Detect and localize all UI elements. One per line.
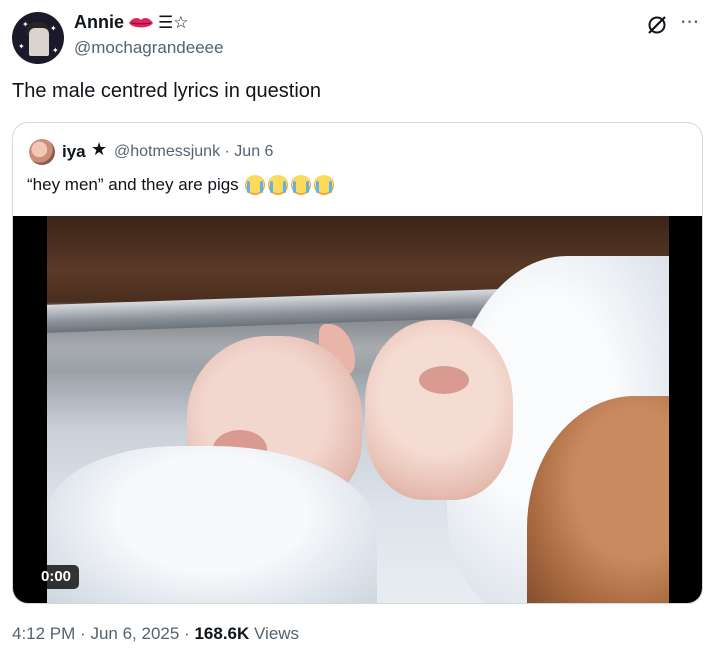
video-frame <box>47 216 669 603</box>
tweet-text: The male centred lyrics in question <box>12 80 322 102</box>
author-handle[interactable]: @mochagrandeeee <box>74 38 224 58</box>
quoted-text: “hey men” and they are pigs <box>27 175 334 195</box>
lips-icon <box>129 17 154 27</box>
tweet-time[interactable]: 4:12 PM <box>12 624 75 643</box>
author-display-name[interactable]: Annie <box>74 12 124 33</box>
more-options-icon[interactable]: ··· <box>680 10 699 34</box>
tweet-date[interactable]: Jun 6, 2025 <box>90 624 179 643</box>
video-time-badge: 0:00 <box>33 565 80 589</box>
tweet-meta: 4:12 PM · Jun 6, 2025 · 168.6K Views <box>12 624 299 644</box>
author-avatar[interactable]: ✦ ✦ ✦ ✦ <box>12 12 64 64</box>
views-label: Views <box>254 624 300 643</box>
quoted-avatar[interactable] <box>29 139 55 165</box>
video-player[interactable]: 0:00 <box>13 216 702 603</box>
loudly-crying-face-icon <box>244 175 265 195</box>
loudly-crying-face-icon <box>313 175 334 195</box>
views-count[interactable]: 168.6K <box>194 624 249 643</box>
quoted-handle[interactable]: @hotmessjunk <box>114 143 220 160</box>
separator: · <box>80 624 86 643</box>
quoted-date[interactable]: Jun 6 <box>234 143 273 160</box>
grok-icon[interactable] <box>646 14 668 36</box>
star-icon: ★ <box>91 139 108 160</box>
quoted-meta: @hotmessjunk · Jun 6 <box>114 143 273 161</box>
separator: · <box>224 143 230 160</box>
author-name[interactable]: Annie ☰☆ <box>74 12 189 33</box>
quoted-display-name[interactable]: iya <box>62 142 86 162</box>
loudly-crying-face-icon <box>267 175 288 195</box>
quoted-tweet[interactable]: iya ★ @hotmessjunk · Jun 6 “hey men” and… <box>12 122 703 604</box>
hamburger-menu-icon star-outline-icon: ☰☆ <box>158 12 189 33</box>
separator: · <box>184 624 190 643</box>
loudly-crying-face-icon <box>290 175 311 195</box>
quoted-text-body: “hey men” and they are pigs <box>27 175 239 194</box>
